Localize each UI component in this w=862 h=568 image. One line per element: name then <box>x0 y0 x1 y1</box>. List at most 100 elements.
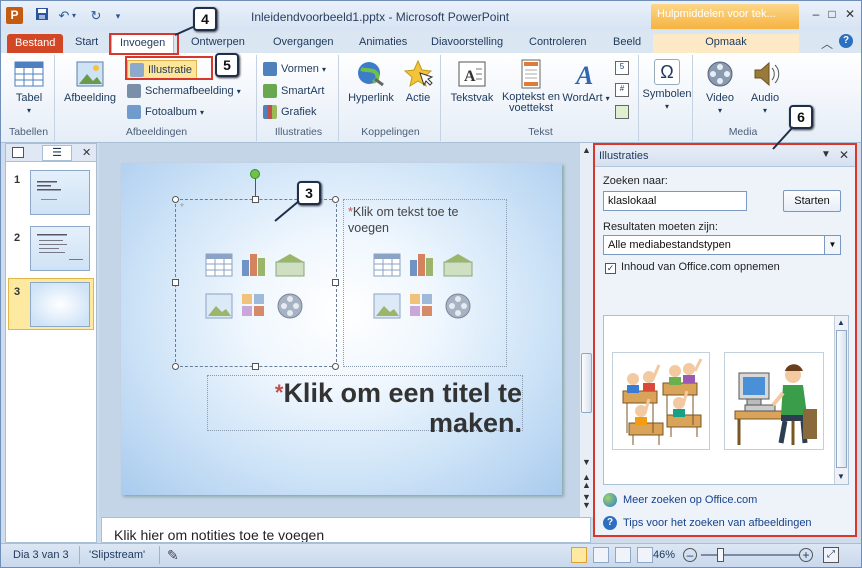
symbols-button[interactable]: Ω Symbolen ▾ <box>641 59 693 112</box>
rotation-handle[interactable] <box>250 169 260 179</box>
group-label-illustraties: Illustraties <box>274 126 323 138</box>
action-button[interactable]: Actie <box>399 59 437 104</box>
clipart-result-computer[interactable] <box>724 352 824 450</box>
resize-handle[interactable] <box>172 279 179 286</box>
normal-view-icon[interactable] <box>571 547 587 563</box>
tab-opmaak[interactable]: Opmaak <box>653 34 799 53</box>
photo-album-button[interactable]: Fotoalbum ▾ <box>127 103 204 122</box>
video-button[interactable]: Video ▾ <box>697 59 743 116</box>
task-pane-close-icon[interactable]: ✕ <box>839 148 849 162</box>
tab-bestand[interactable]: Bestand <box>7 34 64 53</box>
powerpoint-logo-icon[interactable]: P <box>6 7 23 24</box>
chart-button[interactable]: Grafiek <box>263 103 316 122</box>
scroll-up-icon[interactable]: ▲ <box>582 145 591 155</box>
scroll-thumb[interactable] <box>581 353 592 413</box>
resize-handle[interactable] <box>332 363 339 370</box>
tab-diavoorstelling[interactable]: Diavoorstelling <box>423 34 511 53</box>
divider <box>159 546 160 564</box>
zoom-in-icon[interactable]: + <box>799 548 813 562</box>
next-slide-icon[interactable]: ▼ ▼ <box>582 493 591 510</box>
audio-button[interactable]: Audio ▾ <box>743 59 787 116</box>
tab-controleren[interactable]: Controleren <box>521 34 594 53</box>
tab-animaties[interactable]: Animaties <box>351 34 415 53</box>
tab-beeld[interactable]: Beeld <box>605 34 649 53</box>
resize-handle[interactable] <box>332 196 339 203</box>
outline-tab-icon[interactable]: ☰ <box>42 145 72 161</box>
slide-thumbnail-3[interactable] <box>30 282 90 327</box>
maximize-icon[interactable]: □ <box>825 7 839 21</box>
undo-dropdown-icon[interactable]: ▾ <box>69 7 79 25</box>
resize-handle[interactable] <box>252 196 259 203</box>
redo-icon[interactable]: ↻ <box>87 7 105 25</box>
wordart-button[interactable]: A WordArt ▾ <box>561 59 611 104</box>
collapse-ribbon-icon[interactable]: ︿ <box>821 35 833 52</box>
close-icon[interactable]: ✕ <box>843 7 857 21</box>
slide-thumbnail-2[interactable] <box>30 226 90 271</box>
title-placeholder[interactable]: *Klik om een titel te maken. <box>207 375 523 438</box>
media-type-select[interactable]: Alle mediabestandstypen ▼ <box>603 235 841 255</box>
fit-to-window-icon[interactable]: ⤢ <box>823 547 839 563</box>
close-pane-icon[interactable]: ✕ <box>82 146 91 159</box>
zoom-level[interactable]: 46% <box>653 549 675 561</box>
slide-scrollbar[interactable]: ▲ ▼ ▲ ▲ ▼ ▼ <box>579 143 593 517</box>
object-icon[interactable] <box>615 105 629 119</box>
zoom-slider-thumb[interactable] <box>717 548 724 562</box>
help-icon[interactable]: ? <box>839 34 853 48</box>
slide-thumbnail-1[interactable] <box>30 170 90 215</box>
more-office-link[interactable]: Meer zoeken op Office.com <box>623 494 757 506</box>
search-go-button[interactable]: Starten <box>783 190 841 212</box>
theme-name[interactable]: 'Slipstream' <box>89 549 145 561</box>
notes-pane[interactable]: Klik hier om notities toe te voegen <box>101 517 591 543</box>
textbox-button[interactable]: A Tekstvak <box>445 59 499 104</box>
header-footer-button[interactable]: Koptekst en voettekst <box>499 59 563 114</box>
reading-view-icon[interactable] <box>615 547 631 563</box>
results-scroll-down-icon[interactable]: ▼ <box>837 472 845 481</box>
wordart-icon: A <box>570 59 602 90</box>
picture-button[interactable]: Afbeelding <box>59 59 121 104</box>
minimize-icon[interactable]: – <box>809 7 823 21</box>
audio-label: Audio <box>750 92 780 104</box>
group-tekst: A Tekstvak Koptekst en voettekst A WordA… <box>443 55 639 141</box>
content-placeholder-right[interactable]: *Klik om tekst toe te voegen <box>343 199 507 367</box>
search-tips-link[interactable]: Tips voor het zoeken van afbeeldingen <box>623 517 812 529</box>
dropdown-arrow-icon[interactable]: ▼ <box>824 236 840 254</box>
smartart-label: SmartArt <box>281 85 325 97</box>
content-placeholder-left[interactable]: * <box>175 199 337 367</box>
clipart-result-classroom[interactable] <box>612 352 710 450</box>
tab-start[interactable]: Start <box>67 34 106 53</box>
spellcheck-icon[interactable]: ✎ <box>167 547 179 564</box>
table-button[interactable]: Tabel ▾ <box>7 59 51 116</box>
resize-handle[interactable] <box>252 363 259 370</box>
callout-6-pointer <box>772 126 794 150</box>
search-input[interactable]: klaslokaal <box>603 191 747 211</box>
date-time-icon[interactable]: 5 <box>615 61 629 75</box>
previous-slide-icon[interactable]: ▲ ▲ <box>582 473 591 490</box>
slide-canvas[interactable]: * *Klik om tekst toe te voegen *Klik om … <box>121 163 562 495</box>
zoom-out-icon[interactable]: – <box>683 548 697 562</box>
chart-icon <box>263 105 277 120</box>
hyperlink-button[interactable]: Hyperlink <box>343 59 399 104</box>
media-type-value: Alle mediabestandstypen <box>608 239 731 251</box>
slide-sorter-icon[interactable] <box>593 547 609 563</box>
screenshot-button[interactable]: Schermafbeelding ▾ <box>127 82 241 101</box>
hyperlink-icon <box>355 59 387 89</box>
resize-handle[interactable] <box>332 279 339 286</box>
scroll-down-icon[interactable]: ▼ <box>582 457 591 467</box>
slides-tab-icon[interactable] <box>12 147 24 158</box>
results-scrollbar[interactable]: ▲ ▼ <box>834 316 848 484</box>
resize-handle[interactable] <box>172 196 179 203</box>
resize-handle[interactable] <box>172 363 179 370</box>
results-scroll-thumb[interactable] <box>836 330 847 468</box>
slideshow-icon[interactable] <box>637 547 653 563</box>
tab-overgangen[interactable]: Overgangen <box>265 34 342 53</box>
save-icon[interactable] <box>33 7 51 25</box>
shapes-button[interactable]: Vormen ▾ <box>263 60 326 79</box>
slide-number-icon[interactable]: # <box>615 83 629 97</box>
results-scroll-up-icon[interactable]: ▲ <box>837 318 845 327</box>
smartart-button[interactable]: SmartArt <box>263 82 324 101</box>
include-office-checkbox[interactable]: ✓ <box>605 263 616 274</box>
zoom-slider-track[interactable] <box>701 554 799 556</box>
customize-qat-icon[interactable]: ▾ <box>109 7 127 25</box>
window-title: Inleidendvoorbeeld1.pptx - Microsoft Pow… <box>251 10 510 24</box>
task-pane-options-icon[interactable]: ▼ <box>821 149 831 160</box>
